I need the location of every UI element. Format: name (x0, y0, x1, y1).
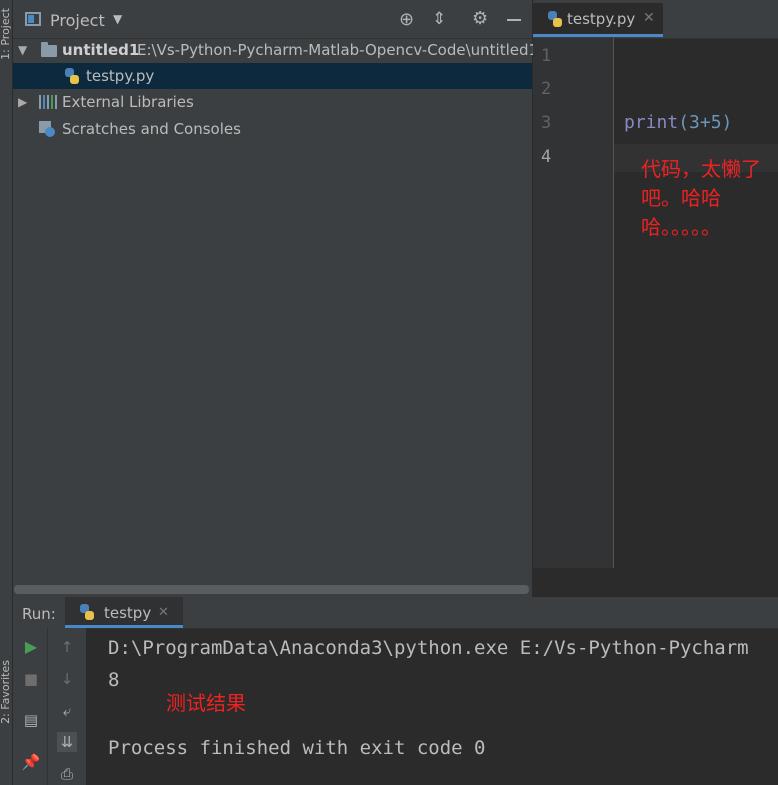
tree-row-scratches[interactable]: Scratches and Consoles (13, 116, 532, 142)
left-tool-strip: 1: Project 2: Favorites (0, 0, 13, 785)
project-view-icon (25, 12, 41, 26)
project-root-name: untitled1 (62, 41, 140, 59)
editor-area: testpy.py ✕ 1 2 3 4 print(3+5) 代码，太懒了 吧。… (533, 0, 778, 597)
layout-icon[interactable]: ▤ (21, 710, 41, 730)
project-panel: Project ▼ ⊕ ⇕ ⚙ ▼ untitled1 E:\Vs-Python… (13, 0, 538, 597)
console-exit-message: Process finished with exit code 0 (108, 737, 486, 759)
minimize-icon[interactable] (507, 19, 521, 21)
project-side-tab[interactable]: 1: Project (0, 8, 12, 60)
code-line[interactable]: print(3+5) (624, 112, 732, 133)
code-function: print (624, 112, 679, 133)
line-number-gutter: 1 2 3 4 (533, 38, 614, 568)
library-icon (39, 95, 57, 109)
rerun-icon[interactable]: ▶ (21, 637, 41, 657)
line-number: 1 (541, 46, 552, 66)
horizontal-scrollbar[interactable] (14, 585, 529, 594)
project-panel-header: Project ▼ ⊕ ⇕ ⚙ (13, 0, 532, 39)
down-arrow-icon[interactable]: ↓ (57, 669, 77, 689)
annotation-line: 代码，太懒了 (641, 157, 761, 181)
stop-icon[interactable]: ■ (21, 669, 41, 689)
python-file-icon (80, 604, 94, 620)
project-root-path: E:\Vs-Python-Pycharm-Matlab-Opencv-Code\… (137, 41, 539, 59)
collapsed-arrow-icon[interactable]: ▶ (18, 89, 27, 115)
scratches-icon (39, 121, 55, 137)
editor-tab-label: testpy.py (567, 10, 636, 28)
gear-icon[interactable]: ⚙ (472, 8, 488, 29)
annotation-line: 吧。哈哈 (641, 186, 721, 210)
console-annotation: 测试结果 (166, 691, 246, 715)
tree-row-external-libraries[interactable]: ▶ External Libraries (13, 89, 532, 115)
soft-wrap-icon[interactable]: ⤶ (57, 701, 77, 721)
run-panel-header: Run: testpy ✕ (13, 597, 778, 629)
close-icon[interactable]: ✕ (158, 605, 169, 620)
annotation-line: 哈。。。。。 (641, 215, 721, 239)
close-icon[interactable]: ✕ (643, 10, 655, 26)
run-toolbar: ▶ ■ ▤ 📌 ↑ ↓ ⤶ ⇊ ⎙ (13, 628, 86, 785)
tree-row-file[interactable]: testpy.py (13, 63, 532, 89)
console-command-line: D:\ProgramData\Anaconda3\python.exe E:/V… (108, 637, 749, 659)
scroll-to-end-icon[interactable]: ⇊ (57, 732, 77, 752)
up-arrow-icon[interactable]: ↑ (57, 637, 77, 657)
favorites-side-tab[interactable]: 2: Favorites (0, 660, 12, 724)
python-file-icon (65, 68, 79, 84)
pin-icon[interactable]: 📌 (21, 752, 41, 772)
scratches-label: Scratches and Consoles (62, 120, 241, 138)
folder-icon (41, 42, 57, 57)
line-number: 4 (541, 147, 552, 167)
chevron-down-icon[interactable]: ▼ (113, 12, 122, 26)
run-panel: Run: testpy ✕ ▶ ■ ▤ 📌 ↑ ↓ ⤶ ⇊ ⎙ D:\Progr… (13, 597, 778, 785)
tree-row-project-root[interactable]: ▼ untitled1 E:\Vs-Python-Pycharm-Matlab-… (13, 37, 538, 63)
editor-tab-bar: testpy.py ✕ (533, 0, 778, 39)
run-tab-label: testpy (104, 604, 152, 622)
project-panel-title[interactable]: Project (50, 11, 105, 30)
code-args: (3+5) (678, 112, 733, 133)
external-libraries-label: External Libraries (62, 93, 194, 111)
line-number: 2 (541, 79, 552, 99)
editor-tab-testpy[interactable]: testpy.py ✕ (533, 3, 663, 37)
expanded-arrow-icon[interactable]: ▼ (18, 37, 27, 63)
line-number: 3 (541, 113, 552, 133)
locate-icon[interactable]: ⊕ (399, 9, 414, 30)
python-file-icon (548, 11, 562, 27)
print-icon[interactable]: ⎙ (57, 764, 77, 784)
run-tab-testpy[interactable]: testpy ✕ (65, 597, 183, 628)
run-label: Run: (22, 605, 56, 623)
editor-annotation: 代码，太懒了 吧。哈哈 哈。。。。。 (641, 155, 778, 242)
file-name: testpy.py (86, 67, 155, 85)
console-output: 8 (108, 669, 120, 691)
collapse-all-icon[interactable]: ⇕ (432, 9, 446, 29)
